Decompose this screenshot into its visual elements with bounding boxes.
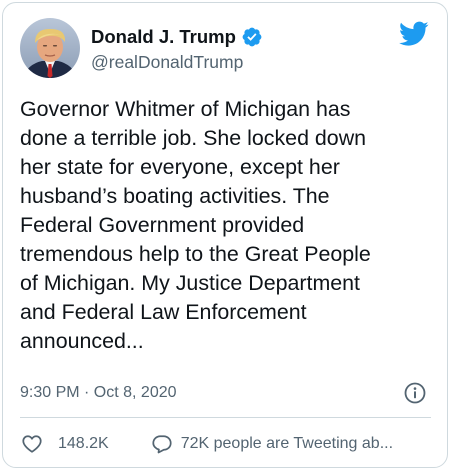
author-info[interactable]: Donald J. Trump @realDonaldTrump: [91, 25, 263, 73]
tweet-line: husband’s boating activities. The: [20, 184, 330, 208]
tweet-line: tremendous help to the Great People: [20, 242, 371, 266]
info-icon[interactable]: [403, 381, 427, 405]
tweet-timestamp[interactable]: 9:30 PM · Oct 8, 2020: [20, 384, 177, 402]
tweet-meta: 9:30 PM · Oct 8, 2020: [20, 378, 429, 408]
name-row: Donald J. Trump: [91, 25, 263, 49]
tweet-line: her state for everyone, except her: [20, 155, 340, 179]
heart-icon[interactable]: [21, 433, 43, 455]
twitter-bird-icon[interactable]: [399, 21, 429, 47]
tweet-actions: 148.2K 72K people are Tweeting ab...: [21, 431, 431, 457]
verified-badge-icon: [242, 27, 262, 47]
tweet-line: and Federal Law Enforcement: [20, 300, 307, 324]
tweet-line: done a terrible job. She locked down: [20, 126, 367, 150]
avatar-image: [20, 18, 80, 78]
replies-link[interactable]: 72K people are Tweeting ab...: [181, 435, 393, 453]
like-count: 148.2K: [58, 435, 109, 452]
tweet-text: Governor Whitmer of Michigan has done a …: [20, 95, 435, 356]
avatar[interactable]: [20, 18, 80, 78]
author-name[interactable]: Donald J. Trump: [91, 26, 236, 48]
author-handle[interactable]: @realDonaldTrump: [91, 52, 263, 73]
tweet-card[interactable]: Donald J. Trump @realDonaldTrump Governo…: [2, 2, 448, 468]
tweet-line: of Michigan. My Justice Department: [20, 271, 361, 295]
like-action[interactable]: 148.2K: [21, 433, 109, 455]
reply-icon[interactable]: [151, 433, 173, 455]
tweet-line: announced...: [20, 329, 144, 353]
tweet-line: Governor Whitmer of Michigan has: [20, 97, 351, 121]
tweet-line: Federal Government provided: [20, 213, 305, 237]
replies-action[interactable]: 72K people are Tweeting ab...: [151, 433, 393, 455]
divider: [20, 417, 431, 418]
